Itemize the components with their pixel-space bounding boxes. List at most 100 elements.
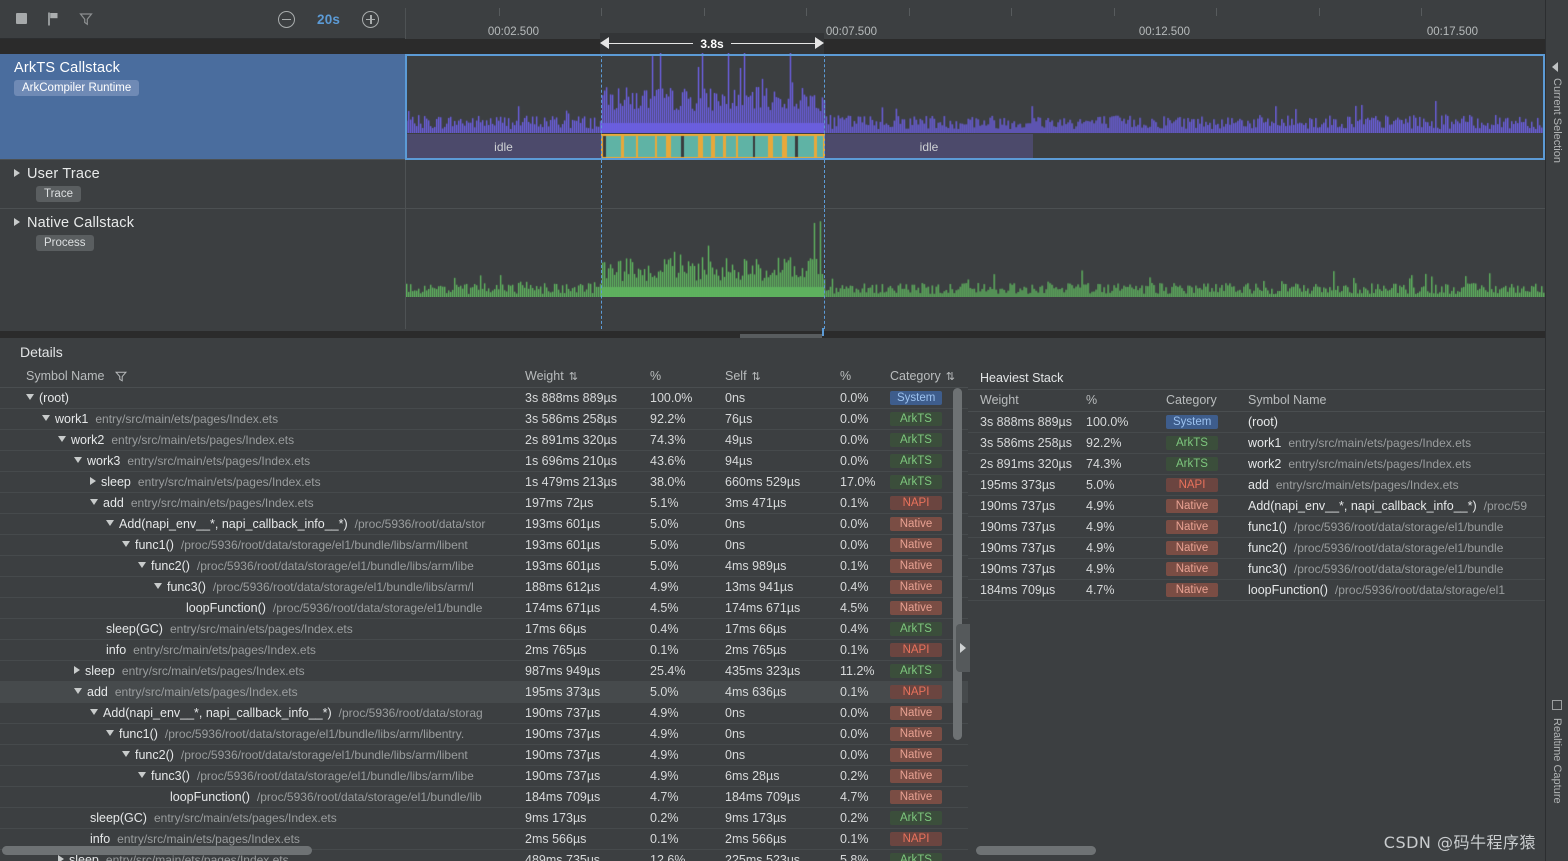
category-badge: Native [1166, 499, 1218, 513]
call-tree-pane[interactable]: Symbol Name Weight⇅ % Self ⇅ % Category⇅ [0, 366, 968, 861]
table-row[interactable]: addentry/src/main/ets/pages/Index.ets197… [0, 493, 968, 514]
chevron-down-icon[interactable] [90, 709, 98, 715]
track-body-arkts[interactable]: idle idle [405, 54, 1545, 159]
track-chip-process[interactable]: Process [36, 235, 94, 251]
table-row[interactable]: 190ms 737µs4.9%Nativefunc3()/proc/5936/r… [968, 559, 1568, 580]
call-tree-vscrollbar[interactable] [953, 388, 962, 835]
table-row[interactable]: 3s 888ms 889µs100.0%System(root) [968, 412, 1568, 433]
panel-splitter[interactable] [0, 331, 1545, 338]
col-weight[interactable]: Weight⇅ [525, 366, 650, 388]
track-chip-trace[interactable]: Trace [36, 186, 81, 202]
chevron-down-icon[interactable] [74, 457, 82, 463]
col-weight-pct[interactable]: % [650, 366, 725, 388]
table-row[interactable]: 190ms 737µs4.9%Nativefunc2()/proc/5936/r… [968, 538, 1568, 559]
table-row[interactable]: 3s 586ms 258µs92.2%ArkTSwork1entry/src/m… [968, 433, 1568, 454]
table-row[interactable]: loopFunction()/proc/5936/root/data/stora… [0, 598, 968, 619]
track-body-user-trace[interactable] [405, 160, 1545, 208]
chevron-right-icon[interactable] [14, 218, 20, 226]
table-row[interactable]: infoentry/src/main/ets/pages/Index.ets2m… [0, 640, 968, 661]
table-row[interactable]: 195ms 373µs5.0%NAPIaddentry/src/main/ets… [968, 475, 1568, 496]
chevron-down-icon[interactable] [122, 541, 130, 547]
rail-square-icon[interactable] [1552, 700, 1562, 710]
chevron-down-icon[interactable] [26, 394, 34, 400]
table-row[interactable]: (root)3s 888ms 889µs100.0%0ns0.0%System [0, 388, 968, 409]
chevron-down-icon[interactable] [42, 415, 50, 421]
chevron-right-icon[interactable] [14, 169, 20, 177]
table-row[interactable]: sleep(GC)entry/src/main/ets/pages/Index.… [0, 619, 968, 640]
chevron-down-icon[interactable] [90, 499, 98, 505]
table-row[interactable]: func3()/proc/5936/root/data/storage/el1/… [0, 766, 968, 787]
hcol-weight[interactable]: Weight [968, 390, 1086, 412]
table-row[interactable]: func1()/proc/5936/root/data/storage/el1/… [0, 724, 968, 745]
funnel-icon[interactable] [78, 11, 94, 27]
table-row[interactable]: func1()/proc/5936/root/data/storage/el1/… [0, 535, 968, 556]
track-arkts-callstack[interactable]: ArkTS Callstack ArkCompiler Runtime idle… [0, 54, 1545, 160]
chevron-down-icon[interactable] [138, 772, 146, 778]
track-native-callstack[interactable]: Native Callstack Process [0, 209, 1545, 329]
zoom-in-icon[interactable] [362, 11, 379, 28]
category-badge: Native [1166, 541, 1218, 555]
table-row[interactable]: Add(napi_env__*, napi_callback_info__*)/… [0, 703, 968, 724]
col-category[interactable]: Category⇅ [890, 366, 968, 388]
chevron-right-icon[interactable] [58, 855, 64, 861]
stop-square-icon[interactable] [14, 11, 30, 27]
scrollbar-thumb[interactable] [976, 846, 1096, 855]
call-tree-hscrollbar[interactable] [2, 846, 948, 855]
track-chip-arkcompiler-runtime[interactable]: ArkCompiler Runtime [14, 80, 139, 96]
hcol-pct[interactable]: % [1086, 390, 1166, 412]
flag-icon[interactable] [46, 11, 62, 27]
chevron-right-icon[interactable] [90, 477, 96, 485]
table-row[interactable]: work2entry/src/main/ets/pages/Index.ets2… [0, 430, 968, 451]
table-row[interactable]: sleepentry/src/main/ets/pages/Index.ets9… [0, 661, 968, 682]
table-row[interactable]: 190ms 737µs4.9%NativeAdd(napi_env__*, na… [968, 496, 1568, 517]
chevron-down-icon[interactable] [154, 583, 162, 589]
track-user-trace[interactable]: User Trace Trace [0, 160, 1545, 209]
col-self[interactable]: Self ⇅ [725, 366, 840, 388]
table-row[interactable]: addentry/src/main/ets/pages/Index.ets195… [0, 682, 968, 703]
table-row[interactable]: loopFunction()/proc/5936/root/data/stora… [0, 787, 968, 808]
col-self-label: Self [725, 369, 747, 383]
chevron-down-icon[interactable] [138, 562, 146, 568]
hcol-category[interactable]: Category [1166, 390, 1248, 412]
cell-weight-pct: 4.9% [650, 577, 725, 598]
chevron-down-icon[interactable] [122, 751, 130, 757]
scrollbar-thumb[interactable] [2, 846, 312, 855]
table-row[interactable]: work3entry/src/main/ets/pages/Index.ets1… [0, 451, 968, 472]
table-row[interactable]: 184ms 709µs4.7%NativeloopFunction()/proc… [968, 580, 1568, 601]
rail-label-bottom[interactable]: Realtime Capture [1551, 718, 1563, 804]
table-row[interactable]: func2()/proc/5936/root/data/storage/el1/… [0, 556, 968, 577]
col-self-pct[interactable]: % [840, 366, 890, 388]
zoom-out-icon[interactable] [278, 11, 295, 28]
chevron-right-icon[interactable] [74, 666, 80, 674]
table-row[interactable]: sleep(GC)entry/src/main/ets/pages/Index.… [0, 808, 968, 829]
ruler-tick-label: 00:12.500 [1139, 26, 1190, 38]
table-row[interactable]: Add(napi_env__*, napi_callback_info__*)/… [0, 514, 968, 535]
col-symbol-name[interactable]: Symbol Name [0, 366, 525, 388]
funnel-icon[interactable] [115, 371, 127, 382]
time-ruler[interactable]: 00:02.500 00:07.500 00:12.500 00:17.500 [405, 8, 1545, 39]
symbol-name: sleep(GC) [106, 622, 163, 636]
track-header-arkts[interactable]: ArkTS Callstack ArkCompiler Runtime [0, 54, 405, 159]
table-row[interactable]: func3()/proc/5936/root/data/storage/el1/… [0, 577, 968, 598]
heaviest-stack-pane[interactable]: Heaviest Stack Weight % Category Symbol … [968, 366, 1568, 861]
table-row[interactable]: func2()/proc/5936/root/data/storage/el1/… [0, 745, 968, 766]
chevron-down-icon[interactable] [106, 730, 114, 736]
chevron-left-icon[interactable] [1552, 62, 1558, 72]
table-row[interactable]: work1entry/src/main/ets/pages/Index.ets3… [0, 409, 968, 430]
hcol-symbol[interactable]: Symbol Name [1248, 390, 1568, 412]
sort-updown-icon[interactable]: ⇅ [569, 370, 578, 383]
sort-updown-icon[interactable]: ⇅ [752, 370, 761, 383]
track-body-native[interactable] [405, 209, 1545, 329]
track-header-user-trace[interactable]: User Trace Trace [0, 160, 405, 208]
track-header-native[interactable]: Native Callstack Process [0, 209, 405, 329]
sort-updown-icon[interactable]: ⇅ [946, 370, 955, 383]
category-badge: System [890, 391, 942, 405]
chevron-down-icon[interactable] [58, 436, 66, 442]
chevron-down-icon[interactable] [106, 520, 114, 526]
table-row[interactable]: 190ms 737µs4.9%Nativefunc1()/proc/5936/r… [968, 517, 1568, 538]
chevron-down-icon[interactable] [74, 688, 82, 694]
table-row[interactable]: 2s 891ms 320µs74.3%ArkTSwork2entry/src/m… [968, 454, 1568, 475]
table-row[interactable]: sleepentry/src/main/ets/pages/Index.ets1… [0, 472, 968, 493]
rail-label-top[interactable]: Current Selection [1551, 78, 1563, 163]
scrollbar-thumb[interactable] [953, 388, 962, 740]
